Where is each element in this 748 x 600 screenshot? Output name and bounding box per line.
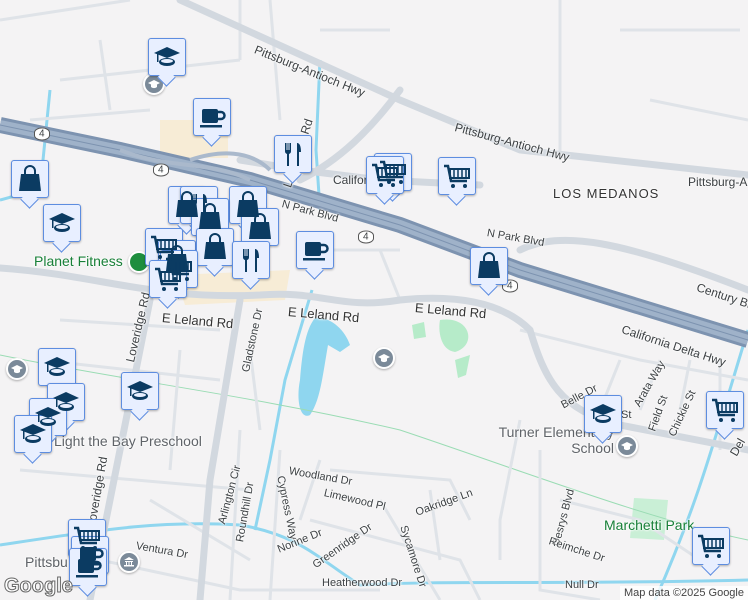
road-label: Pittsburg-Antioch Hwy [688, 175, 748, 189]
map-view[interactable]: 4 4 4 4 Pittsburg-Antioch Hwy Pittsburg-… [0, 0, 748, 600]
store-marker[interactable] [191, 198, 229, 236]
shopping-bag-icon [195, 202, 225, 232]
shopping-bag-icon [200, 232, 230, 262]
store-marker[interactable] [196, 228, 234, 266]
road-label: St [621, 409, 632, 421]
shopping-bag-icon [474, 251, 504, 281]
cafe-marker[interactable] [296, 231, 334, 269]
shopping-bag-icon [245, 212, 275, 242]
shopping-cart-icon [370, 160, 400, 190]
school-marker[interactable] [121, 372, 159, 410]
hwy4-shield: 4 [153, 163, 169, 177]
school-icon [152, 42, 182, 72]
grocery-marker[interactable] [149, 260, 187, 298]
school-icon [125, 376, 155, 406]
google-logo: Google [4, 575, 74, 598]
place-label-pittsburg[interactable]: Pittsbu [25, 554, 68, 570]
shopping-cart-icon [696, 531, 726, 561]
school-marker[interactable] [43, 204, 81, 242]
fork-knife-icon [278, 139, 308, 169]
grocery-marker[interactable] [692, 527, 730, 565]
coffee-icon [300, 235, 330, 265]
hwy4-shield: 4 [34, 127, 50, 141]
hwy4-shield: 4 [358, 230, 374, 244]
shopping-bag-icon [15, 164, 45, 194]
school-icon [18, 419, 48, 449]
shopping-cart-icon [442, 161, 472, 191]
cafe-marker[interactable] [193, 98, 231, 136]
cafe-marker[interactable] [69, 548, 107, 586]
school-poi-icon[interactable] [616, 435, 638, 457]
coffee-icon [73, 552, 103, 582]
store-marker[interactable] [470, 247, 508, 285]
grocery-marker[interactable] [438, 157, 476, 195]
place-label-light-the-bay[interactable]: Light the Bay Preschool [54, 433, 202, 449]
neighborhood-label: LOS MEDANOS [553, 186, 660, 201]
school-marker[interactable] [148, 38, 186, 76]
school-marker[interactable] [38, 348, 76, 386]
school-poi-icon[interactable] [373, 347, 395, 369]
school-marker[interactable] [584, 395, 622, 433]
map-attribution[interactable]: Map data ©2025 Google [619, 586, 748, 600]
coffee-icon [197, 102, 227, 132]
school-icon [47, 208, 77, 238]
restaurant-marker[interactable] [274, 135, 312, 173]
shopping-cart-icon [710, 395, 740, 425]
store-marker[interactable] [11, 160, 49, 198]
restaurant-marker[interactable] [232, 241, 270, 279]
grocery-marker[interactable] [366, 156, 404, 194]
place-label-marchetti-park[interactable]: Marchetti Park [604, 517, 694, 533]
grocery-marker[interactable] [706, 391, 744, 429]
shopping-cart-icon [153, 264, 183, 294]
school-icon [588, 399, 618, 429]
road-label: Heatherwood Dr [322, 577, 403, 589]
school-poi-icon[interactable] [6, 358, 28, 380]
store-marker[interactable] [241, 208, 279, 246]
road-label: Null Dr [565, 579, 599, 591]
school-marker[interactable] [14, 415, 52, 453]
school-icon [42, 352, 72, 382]
civic-poi-icon[interactable] [118, 551, 140, 573]
place-label-planet-fitness[interactable]: Planet Fitness [34, 253, 123, 269]
fork-knife-icon [236, 245, 266, 275]
